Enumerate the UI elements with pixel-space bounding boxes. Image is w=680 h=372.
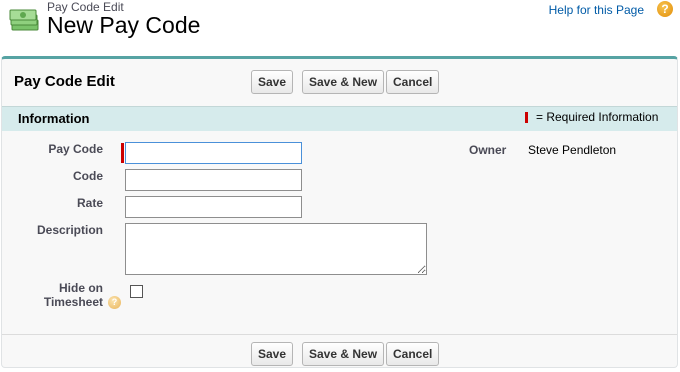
cancel-button-bottom[interactable]: Cancel	[386, 342, 440, 366]
hide-on-timesheet-label-line1: Hide on	[59, 281, 103, 295]
code-input[interactable]	[125, 169, 302, 191]
save-new-button-bottom[interactable]: Save & New	[302, 342, 385, 366]
description-label: Description	[36, 223, 103, 237]
save-new-button-top[interactable]: Save & New	[302, 70, 385, 94]
edit-panel	[1, 56, 678, 368]
footer-divider	[2, 334, 677, 335]
info-help-icon[interactable]: ?	[108, 296, 121, 309]
required-indicator-icon	[525, 112, 528, 123]
hide-on-timesheet-label-line2: Timesheet	[43, 295, 103, 309]
code-label: Code	[73, 169, 103, 183]
section-title: Information	[18, 111, 90, 126]
rate-input[interactable]	[125, 196, 302, 218]
cancel-button-top[interactable]: Cancel	[386, 70, 440, 94]
required-legend: = Required Information	[536, 110, 659, 124]
page-title: New Pay Code	[47, 12, 201, 38]
save-button-top[interactable]: Save	[251, 70, 294, 94]
pay-code-money-icon	[8, 4, 40, 36]
help-icon[interactable]: ?	[657, 1, 673, 17]
owner-value: Steve Pendleton	[528, 143, 617, 157]
owner-label: Owner	[469, 143, 507, 157]
description-textarea[interactable]	[125, 223, 427, 275]
pay-code-label: Pay Code	[48, 142, 103, 156]
rate-label: Rate	[76, 196, 103, 210]
save-button-bottom[interactable]: Save	[251, 342, 294, 366]
hide-on-timesheet-checkbox[interactable]	[130, 285, 143, 298]
pay-code-required-marker	[121, 143, 124, 163]
panel-title: Pay Code Edit	[14, 73, 115, 90]
help-link[interactable]: Help for this Page	[549, 3, 644, 17]
pay-code-input[interactable]	[125, 142, 302, 164]
